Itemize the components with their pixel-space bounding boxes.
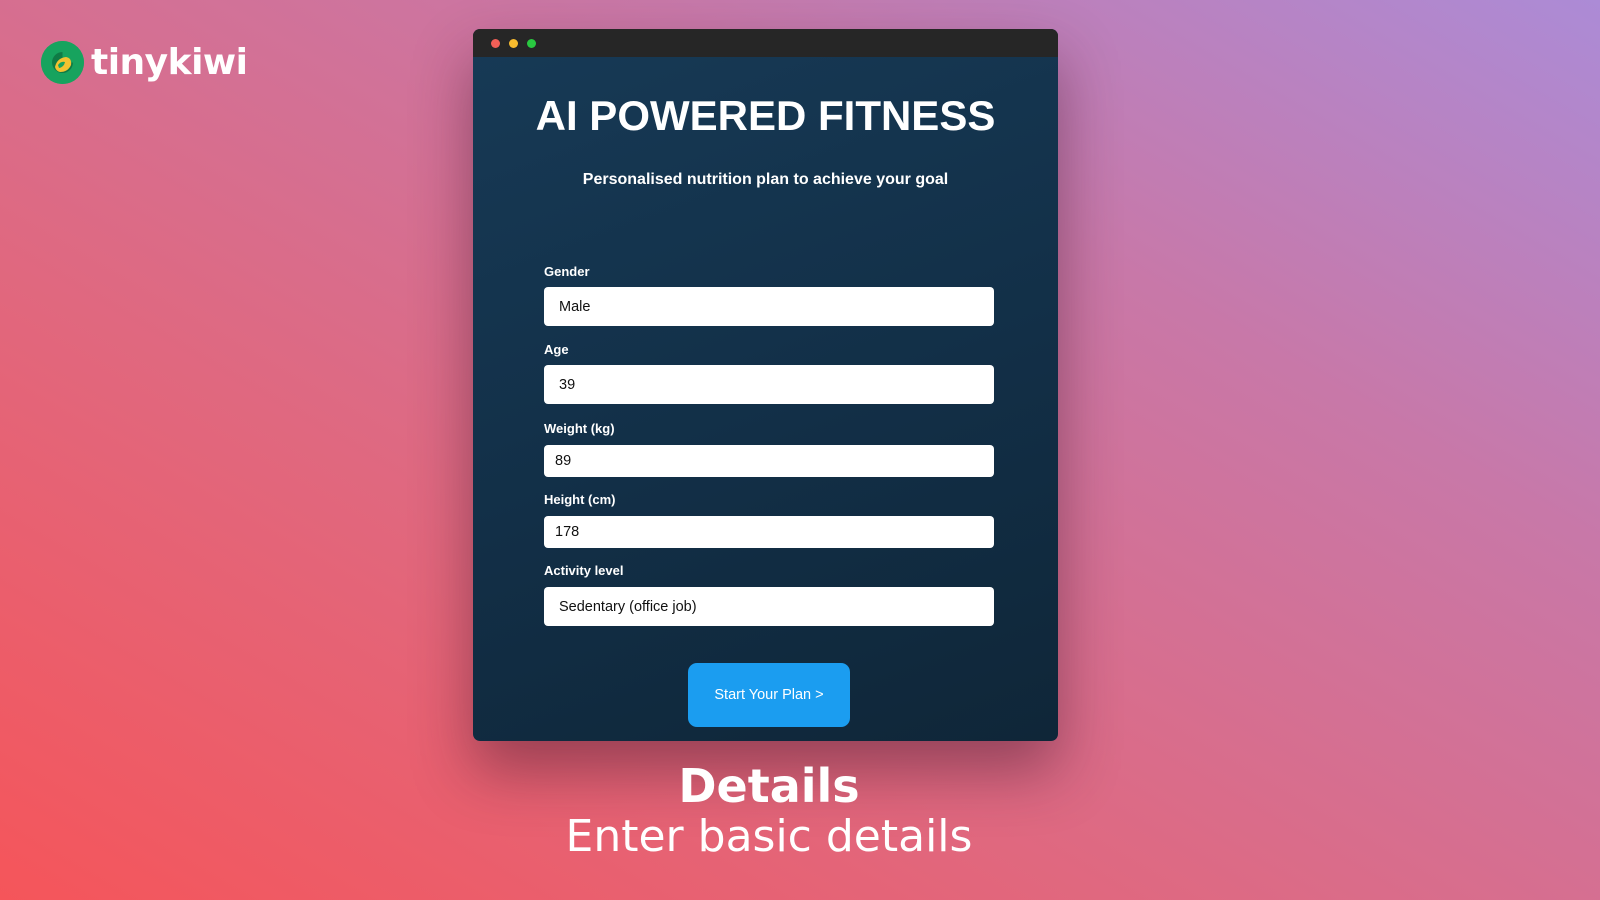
weight-label: Weight (kg) xyxy=(544,421,615,436)
close-dot-icon[interactable] xyxy=(491,38,500,48)
weight-input[interactable] xyxy=(544,445,994,477)
window-titlebar xyxy=(473,29,1058,57)
app-subtitle: Personalised nutrition plan to achieve y… xyxy=(582,171,949,188)
brand-name: tinykiwi xyxy=(91,41,248,83)
gender-select[interactable] xyxy=(544,287,994,326)
minimize-dot-icon[interactable] xyxy=(509,38,518,48)
age-input[interactable] xyxy=(544,365,994,404)
height-label: Height (cm) xyxy=(544,492,616,507)
app-title: AI POWERED FITNESS xyxy=(535,92,996,139)
start-plan-button[interactable]: Start Your Plan > xyxy=(688,663,850,727)
age-label: Age xyxy=(544,342,569,357)
activity-field: Activity level xyxy=(544,564,994,626)
weight-field: Weight (kg) xyxy=(544,422,994,477)
height-input[interactable] xyxy=(544,516,994,548)
gender-field: Gender xyxy=(544,265,994,326)
kiwi-logo-icon xyxy=(41,41,84,84)
gender-label: Gender xyxy=(544,264,590,279)
age-field: Age xyxy=(544,343,994,404)
caption-title: Details xyxy=(678,759,860,813)
height-field: Height (cm) xyxy=(544,493,994,548)
activity-label: Activity level xyxy=(544,563,624,578)
brand: tinykiwi xyxy=(41,41,248,84)
maximize-dot-icon[interactable] xyxy=(527,38,536,48)
caption-subtitle: Enter basic details xyxy=(565,811,973,862)
app-window: AI POWERED FITNESS Personalised nutritio… xyxy=(473,29,1058,741)
activity-select[interactable] xyxy=(544,587,994,626)
